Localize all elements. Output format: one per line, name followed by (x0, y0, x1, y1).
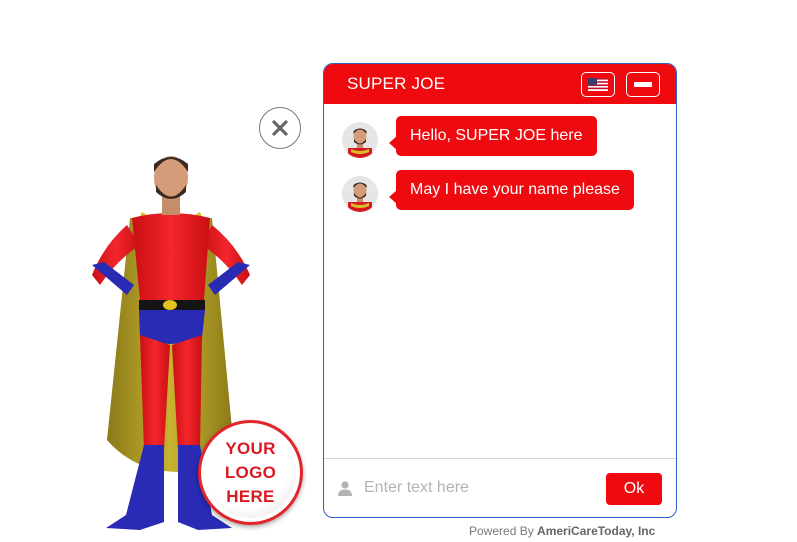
powered-by: Powered By AmeriCareToday, Inc (469, 524, 655, 538)
close-button[interactable] (259, 107, 301, 149)
logo-badge-text: YOUR LOGO HERE (224, 438, 277, 506)
logo-badge: YOUR LOGO HERE (198, 420, 303, 525)
bot-avatar (342, 122, 378, 158)
stage: YOUR LOGO HERE SUPER JOE Hello, SUPER JO… (0, 0, 797, 542)
minimize-icon (634, 82, 652, 87)
powered-by-brand: AmeriCareToday, Inc (537, 524, 656, 538)
message-bubble: May I have your name please (389, 170, 634, 210)
user-icon (338, 481, 352, 496)
language-button[interactable] (581, 72, 615, 97)
chat-input-bar: Ok (324, 458, 676, 517)
message-bubble: Hello, SUPER JOE here (389, 116, 597, 156)
powered-by-prefix: Powered By (469, 524, 538, 538)
minimize-button[interactable] (626, 72, 660, 97)
ok-button[interactable]: Ok (606, 473, 662, 505)
chat-widget: SUPER JOE Hello, SUPER JOE here May I ha… (323, 63, 677, 518)
bot-avatar (342, 176, 378, 212)
close-icon (272, 120, 288, 136)
us-flag-icon (588, 78, 608, 91)
chat-text-input[interactable] (362, 478, 586, 498)
chat-message: Hello, SUPER JOE here (342, 116, 597, 158)
chat-message: May I have your name please (342, 170, 634, 212)
chat-title: SUPER JOE (347, 74, 446, 93)
chat-header: SUPER JOE (324, 64, 676, 104)
